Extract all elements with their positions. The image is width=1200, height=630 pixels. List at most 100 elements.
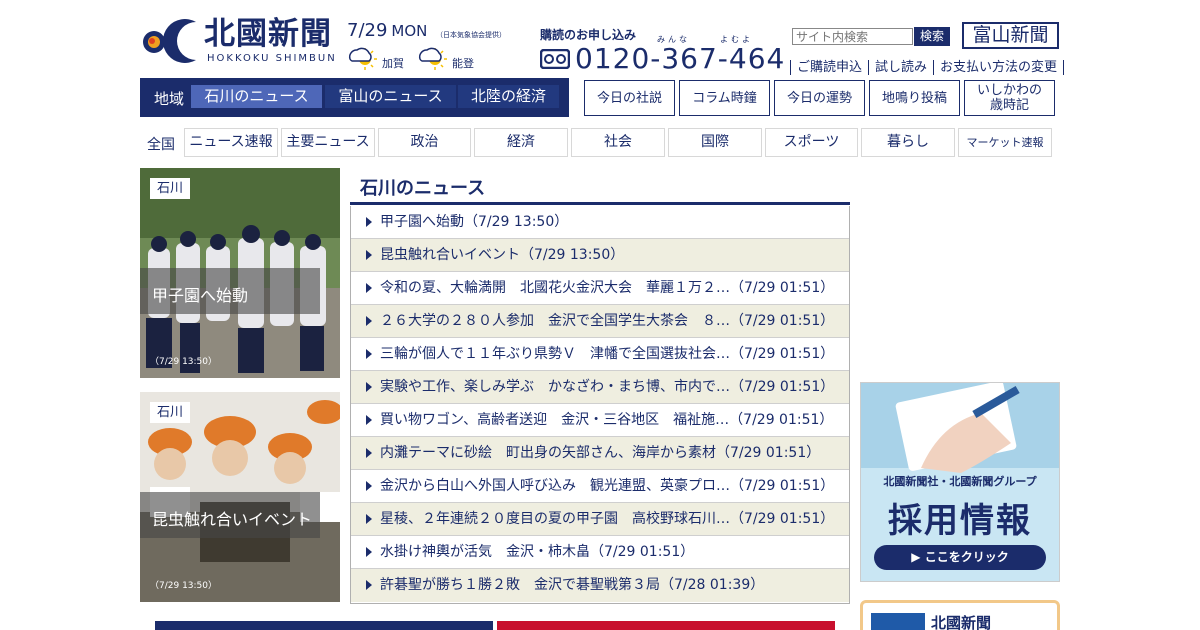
list-item[interactable]: 内灘テーマに砂絵 町出身の矢部さん、海岸から素材（7/29 01:51） xyxy=(351,437,849,470)
partly-sunny-icon xyxy=(418,47,447,70)
list-item[interactable]: 水掛け神輿が活気 金沢・柿木畠（7/29 01:51） xyxy=(351,536,849,569)
weekday: MON xyxy=(391,22,428,40)
bottom-banner-right[interactable] xyxy=(497,621,835,630)
logo-title: 北國新聞 xyxy=(204,16,332,52)
list-item[interactable]: 実験や工作、楽しみ学ぶ かなざわ・まち博、市内で…（7/29 01:51） xyxy=(351,371,849,404)
search-button[interactable]: 検索 xyxy=(914,27,950,46)
recruit-click-button[interactable]: ▶ ここをクリック xyxy=(874,545,1046,570)
partly-sunny-icon xyxy=(348,47,377,70)
photo-timestamp: （7/29 13:50） xyxy=(150,357,218,367)
bullet-arrow-icon xyxy=(366,349,372,359)
news-headline: 内灘テーマに砂絵 町出身の矢部さん、海岸から素材（7/29 01:51） xyxy=(380,445,821,461)
link-separator xyxy=(790,60,791,75)
bullet-arrow-icon xyxy=(366,547,372,557)
news-headline: 星稜、２年連続２０度目の夏の甲子園 高校野球石川…（7/29 01:51） xyxy=(380,511,835,527)
photo-timestamp: （7/29 13:50） xyxy=(150,581,218,591)
saijiki-button[interactable]: いしかわの 歳時記 xyxy=(964,80,1055,116)
list-item[interactable]: 金沢から白山へ外国人呼び込み 観光連盟、英豪プロ…（7/29 01:51） xyxy=(351,470,849,503)
tab-sports[interactable]: スポーツ xyxy=(765,128,858,157)
saijiki-line1: いしかわの xyxy=(976,83,1042,98)
tab-lifestyle[interactable]: 暮らし xyxy=(861,128,955,157)
photo-card-insects[interactable]: 石川 昆虫触れ合いイベント （7/29 13:50） xyxy=(140,392,340,602)
tab-economy[interactable]: 経済 xyxy=(474,128,568,157)
weather-noto[interactable]: 能登 xyxy=(417,42,477,72)
weather-credit[interactable]: （日本気象協会提供） xyxy=(436,30,506,40)
bullet-arrow-icon xyxy=(366,316,372,326)
weather-place: 能登 xyxy=(452,57,474,70)
bottom-banner-left[interactable] xyxy=(155,621,493,630)
reader-posts-button[interactable]: 地鳴り投稿 xyxy=(869,80,960,116)
tab-breaking-news[interactable]: ニュース速報 xyxy=(184,128,278,157)
horoscope-button[interactable]: 今日の運勢 xyxy=(774,80,865,116)
site-logo[interactable]: 北國新聞 HOKKOKU SHIMBUN xyxy=(140,14,340,66)
hokkoku-promo-box[interactable]: 北國新聞 xyxy=(860,600,1060,630)
list-item[interactable]: 昆虫触れ合いイベント（7/29 13:50） xyxy=(351,239,849,272)
link-separator xyxy=(933,60,935,75)
news-headline: 許碁聖が勝ち１勝２敗 金沢で碁聖戦第３局（7/28 01:39） xyxy=(380,577,765,593)
hokkoku-logo-icon xyxy=(143,19,196,64)
photo-card-koshien[interactable]: 石川 甲子園へ始動 （7/29 13:50） xyxy=(140,168,340,378)
link-subscribe[interactable]: ご購読申込 xyxy=(797,60,862,75)
list-item[interactable]: 甲子園へ始動（7/29 13:50） xyxy=(351,206,849,239)
news-headline: 昆虫触れ合いイベント（7/29 13:50） xyxy=(380,247,625,263)
news-headline: 三輪が個人で１１年ぶり県勢Ｖ 津幡で全国選抜社会…（7/29 01:51） xyxy=(380,346,835,362)
date-value: 7/29 xyxy=(347,20,388,41)
news-list: 甲子園へ始動（7/29 13:50） 昆虫触れ合いイベント（7/29 13:50… xyxy=(350,206,850,604)
tab-ishikawa-news[interactable]: 石川のニュース xyxy=(191,85,322,108)
bullet-arrow-icon xyxy=(366,382,372,392)
list-item[interactable]: 三輪が個人で１１年ぶり県勢Ｖ 津幡で全国選抜社会…（7/29 01:51） xyxy=(351,338,849,371)
tab-society[interactable]: 社会 xyxy=(571,128,665,157)
news-headline: ２６大学の２８０人参加 金沢で全国学生大茶会 ８…（7/29 01:51） xyxy=(380,313,835,329)
column-jisho-button[interactable]: コラム時鐘 xyxy=(679,80,770,116)
promo-title: 北國新聞 xyxy=(931,614,992,630)
bullet-arrow-icon xyxy=(366,448,372,458)
list-item[interactable]: 許碁聖が勝ち１勝２敗 金沢で碁聖戦第３局（7/28 01:39） xyxy=(351,569,849,602)
news-section-title: 石川のニュース xyxy=(360,178,486,199)
photo-caption: 甲子園へ始動 xyxy=(152,286,249,305)
bullet-arrow-icon xyxy=(366,217,372,227)
recruit-subtitle: 北國新聞社・北國新聞グループ xyxy=(883,475,1037,488)
tab-toyama-news[interactable]: 富山のニュース xyxy=(325,85,456,108)
news-headline: 令和の夏、大輪満開 北國花火金沢大会 華麗１万２…（7/29 01:51） xyxy=(380,280,835,296)
current-date: 7/29 MON xyxy=(347,20,427,41)
bullet-arrow-icon xyxy=(366,283,372,293)
title-underline xyxy=(350,202,850,205)
region-nav: 地域 石川のニュース 富山のニュース 北陸の経済 xyxy=(140,78,569,117)
newspaper-thumbnail-icon xyxy=(871,613,925,630)
tab-hokuriku-economy[interactable]: 北陸の経済 xyxy=(458,85,559,108)
tab-top-news[interactable]: 主要ニュース xyxy=(281,128,375,157)
tab-politics[interactable]: 政治 xyxy=(378,128,471,157)
recruit-title: 採用情報 xyxy=(888,501,1032,541)
link-trial[interactable]: 試し読み xyxy=(875,60,927,75)
phone-number: 0120-367-464 xyxy=(575,42,786,75)
region-tag: 石川 xyxy=(150,402,191,423)
tab-market-news[interactable]: マーケット速報 xyxy=(958,128,1052,157)
subscription-phone[interactable]: 0120-367-464 xyxy=(540,43,784,75)
weather-place: 加賀 xyxy=(382,57,404,70)
list-item[interactable]: 星稜、２年連続２０度目の夏の甲子園 高校野球石川…（7/29 01:51） xyxy=(351,503,849,536)
news-headline: 甲子園へ始動（7/29 13:50） xyxy=(380,214,569,230)
news-headline: 水掛け神輿が活気 金沢・柿木畠（7/29 01:51） xyxy=(380,544,695,560)
list-item[interactable]: 買い物ワゴン、高齢者送迎 金沢・三谷地区 福祉施…（7/29 01:51） xyxy=(351,404,849,437)
bullet-arrow-icon xyxy=(366,514,372,524)
site-search-input[interactable] xyxy=(792,28,913,45)
weather-kaga[interactable]: 加賀 xyxy=(347,42,407,72)
news-headline: 金沢から白山へ外国人呼び込み 観光連盟、英豪プロ…（7/29 01:51） xyxy=(380,478,835,494)
saijiki-line2: 歳時記 xyxy=(989,98,1029,113)
editorial-button[interactable]: 今日の社説 xyxy=(584,80,675,116)
list-item[interactable]: 令和の夏、大輪満開 北國花火金沢大会 華麗１万２…（7/29 01:51） xyxy=(351,272,849,305)
link-payment[interactable]: お支払い方法の変更 xyxy=(940,60,1057,75)
recruit-banner[interactable]: 北國新聞社・北國新聞グループ 採用情報 ▶ ここをクリック xyxy=(860,382,1060,582)
link-separator xyxy=(1063,60,1065,75)
free-dial-icon xyxy=(540,49,570,69)
list-item[interactable]: ２６大学の２８０人参加 金沢で全国学生大茶会 ８…（7/29 01:51） xyxy=(351,305,849,338)
bullet-arrow-icon xyxy=(366,580,372,590)
news-headline: 実験や工作、楽しみ学ぶ かなざわ・まち博、市内で…（7/29 01:51） xyxy=(380,379,835,395)
tab-international[interactable]: 国際 xyxy=(668,128,762,157)
news-headline: 買い物ワゴン、高齢者送迎 金沢・三谷地区 福祉施…（7/29 01:51） xyxy=(380,412,834,428)
logo-subtitle: HOKKOKU SHIMBUN xyxy=(207,53,337,64)
region-tag: 石川 xyxy=(150,178,191,199)
header-links: ご購読申込 試し読み お支払い方法の変更 xyxy=(784,56,1070,75)
bullet-arrow-icon xyxy=(366,250,372,260)
toyama-shimbun-logo[interactable]: 富山新聞 xyxy=(962,22,1059,49)
